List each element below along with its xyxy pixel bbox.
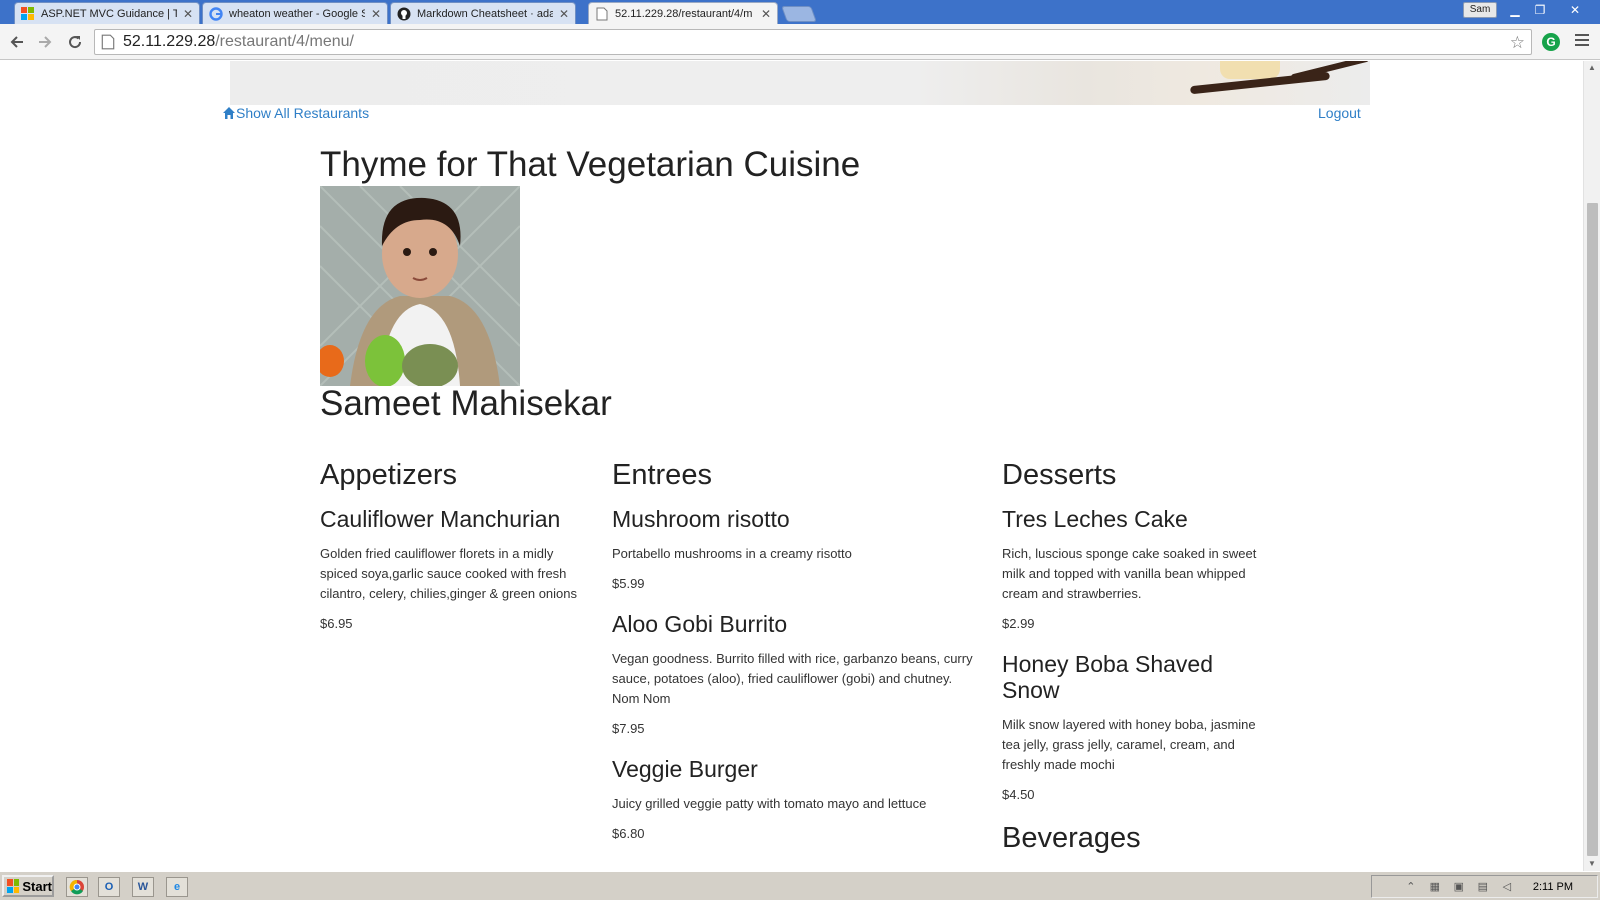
browser-tab-bar: ASP.NET MVC Guidance | The ✕ wheaton wea…	[0, 0, 1600, 24]
grammarly-extension-icon[interactable]: G	[1542, 33, 1560, 51]
reload-icon	[69, 36, 82, 49]
menu-column-appetizers: Appetizers Cauliflower Manchurian Golden…	[320, 459, 582, 651]
menu-item-price: $4.50	[1002, 787, 1035, 802]
page-icon	[595, 7, 609, 21]
tab-title: Markdown Cheatsheet · adam	[417, 7, 553, 20]
menu-item: Aloo Gobi Burrito Vegan goodness. Burrit…	[612, 611, 982, 739]
show-all-restaurants-link[interactable]: Show All Restaurants	[222, 105, 369, 121]
menu-column-entrees: Entrees Mushroom risotto Portabello mush…	[612, 459, 982, 861]
forward-arrow-icon	[39, 36, 52, 48]
volume-icon[interactable]: ◁	[1499, 880, 1515, 894]
menu-item-description: Milk snow layered with honey boba, jasmi…	[1002, 717, 1256, 772]
menu-item-name: Veggie Burger	[612, 756, 758, 782]
browser-menu-icon[interactable]	[1575, 34, 1589, 48]
course-heading: Appetizers	[320, 459, 458, 491]
menu-item-name: Honey Boba Shaved Snow	[1002, 651, 1213, 703]
course-heading: Desserts	[1002, 459, 1117, 491]
menu-item-price: $5.99	[612, 576, 645, 591]
restaurant-name: Thyme for That Vegetarian Cuisine	[320, 145, 861, 184]
url-host: 52.11.229.28	[123, 33, 216, 50]
browser-tab-active[interactable]: 52.11.229.28/restaurant/4/m ✕	[588, 2, 778, 24]
close-tab-icon[interactable]: ✕	[371, 7, 381, 21]
page-viewport: Show All Restaurants Logout Thyme for Th…	[0, 61, 1583, 871]
browser-toolbar: 52.11.229.28/restaurant/4/menu/ ☆ G	[0, 24, 1600, 60]
menu-item: Cauliflower Manchurian Golden fried caul…	[320, 506, 582, 634]
menu-item-name: Tres Leches Cake	[1002, 506, 1188, 532]
windows-logo-icon	[21, 6, 35, 21]
ie-launch-icon[interactable]: e	[166, 877, 188, 897]
menu-item-description: Golden fried cauliflower florets in a mi…	[320, 546, 578, 601]
menu-item-price: $6.80	[612, 826, 645, 841]
menu-item: Mushroom risotto Portabello mushrooms in…	[612, 506, 982, 594]
windows-logo-icon	[7, 879, 20, 893]
scrollbar-thumb[interactable]	[1587, 203, 1598, 856]
display-icon[interactable]: ▤	[1475, 880, 1491, 894]
menu-item-description: Rich, luscious sponge cake soaked in swe…	[1002, 546, 1257, 601]
logout-label: Logout	[1318, 105, 1361, 121]
user-profile-badge[interactable]: Sam	[1463, 2, 1497, 18]
close-tab-icon[interactable]: ✕	[559, 7, 569, 21]
menu-item-price: $7.95	[612, 721, 645, 736]
google-icon	[209, 6, 223, 21]
forward-button[interactable]	[33, 30, 57, 54]
menu-item-description: Vegan goodness. Burrito filled with rice…	[612, 651, 973, 706]
course-heading: Beverages	[1002, 822, 1141, 854]
page-scrollbar[interactable]: ▲ ▼	[1583, 61, 1600, 871]
start-button[interactable]: Start	[2, 875, 54, 897]
menu-item: Veggie Burger Juicy grilled veggie patty…	[612, 756, 982, 844]
network-icon[interactable]: ▦	[1427, 880, 1443, 894]
github-icon	[397, 7, 411, 21]
menu-item: Tres Leches Cake Rich, luscious sponge c…	[1002, 506, 1264, 634]
outlook-launch-icon[interactable]: O	[98, 877, 120, 897]
page-icon	[101, 34, 115, 50]
chrome-launch-icon[interactable]	[66, 877, 88, 897]
back-arrow-icon	[10, 36, 23, 48]
menu-item-name: Cauliflower Manchurian	[320, 506, 561, 532]
close-tab-icon[interactable]: ✕	[761, 7, 771, 21]
browser-tab[interactable]: ASP.NET MVC Guidance | The ✕	[14, 2, 200, 24]
tray-expand-icon[interactable]: ⌃	[1403, 880, 1419, 894]
home-icon	[223, 107, 235, 119]
logout-link[interactable]: Logout	[1318, 105, 1361, 121]
url-path: /restaurant/4/menu/	[215, 33, 354, 50]
course-heading: Entrees	[612, 459, 712, 491]
url-text: 52.11.229.28/restaurant/4/menu/	[123, 33, 354, 51]
menu-item-price: $2.99	[1002, 616, 1035, 631]
restaurant-banner-image	[230, 61, 1370, 105]
browser-tab[interactable]: Markdown Cheatsheet · adam ✕	[390, 2, 576, 24]
menu-item-name: Mushroom risotto	[612, 506, 790, 532]
start-label: Start	[22, 878, 52, 894]
address-bar[interactable]: 52.11.229.28/restaurant/4/menu/ ☆	[94, 29, 1532, 55]
restore-window-icon[interactable]: ❐	[1528, 2, 1552, 18]
owner-name: Sameet Mahisekar	[320, 384, 612, 423]
menu-item-description: Juicy grilled veggie patty with tomato m…	[612, 796, 927, 811]
menu-item-name: Aloo Gobi Burrito	[612, 611, 788, 637]
system-tray: ⌃ ▦ ▣ ▤ ◁ 2:11 PM	[1371, 875, 1598, 898]
show-all-restaurants-label: Show All Restaurants	[236, 105, 370, 121]
reload-button[interactable]	[63, 30, 87, 54]
close-tab-icon[interactable]: ✕	[183, 7, 193, 21]
word-launch-icon[interactable]: W	[132, 877, 154, 897]
owner-photo	[320, 186, 520, 386]
menu-column-desserts: Desserts Tres Leches Cake Rich, luscious…	[1002, 459, 1264, 869]
bookmark-star-icon[interactable]: ☆	[1510, 33, 1525, 53]
scroll-down-arrow-icon[interactable]: ▼	[1588, 859, 1596, 868]
tab-title: 52.11.229.28/restaurant/4/m	[615, 7, 753, 20]
back-button[interactable]	[5, 30, 29, 54]
tab-title: ASP.NET MVC Guidance | The	[41, 7, 177, 20]
minimize-window-icon[interactable]: ▁	[1503, 2, 1527, 18]
taskbar-clock[interactable]: 2:11 PM	[1533, 881, 1573, 893]
close-window-icon[interactable]: ✕	[1563, 2, 1587, 18]
browser-tab[interactable]: wheaton weather - Google S ✕	[202, 2, 388, 24]
scroll-up-arrow-icon[interactable]: ▲	[1588, 63, 1596, 72]
menu-item-description: Portabello mushrooms in a creamy risotto	[612, 546, 852, 561]
device-icon[interactable]: ▣	[1451, 880, 1467, 894]
menu-item: Honey Boba Shaved Snow Milk snow layered…	[1002, 651, 1264, 805]
menu-item-price: $6.95	[320, 616, 353, 631]
os-taskbar: Start O W e ⌃ ▦ ▣ ▤ ◁ 2:11 PM	[0, 871, 1600, 900]
new-tab-button[interactable]	[781, 6, 817, 22]
tab-title: wheaton weather - Google S	[229, 7, 365, 20]
